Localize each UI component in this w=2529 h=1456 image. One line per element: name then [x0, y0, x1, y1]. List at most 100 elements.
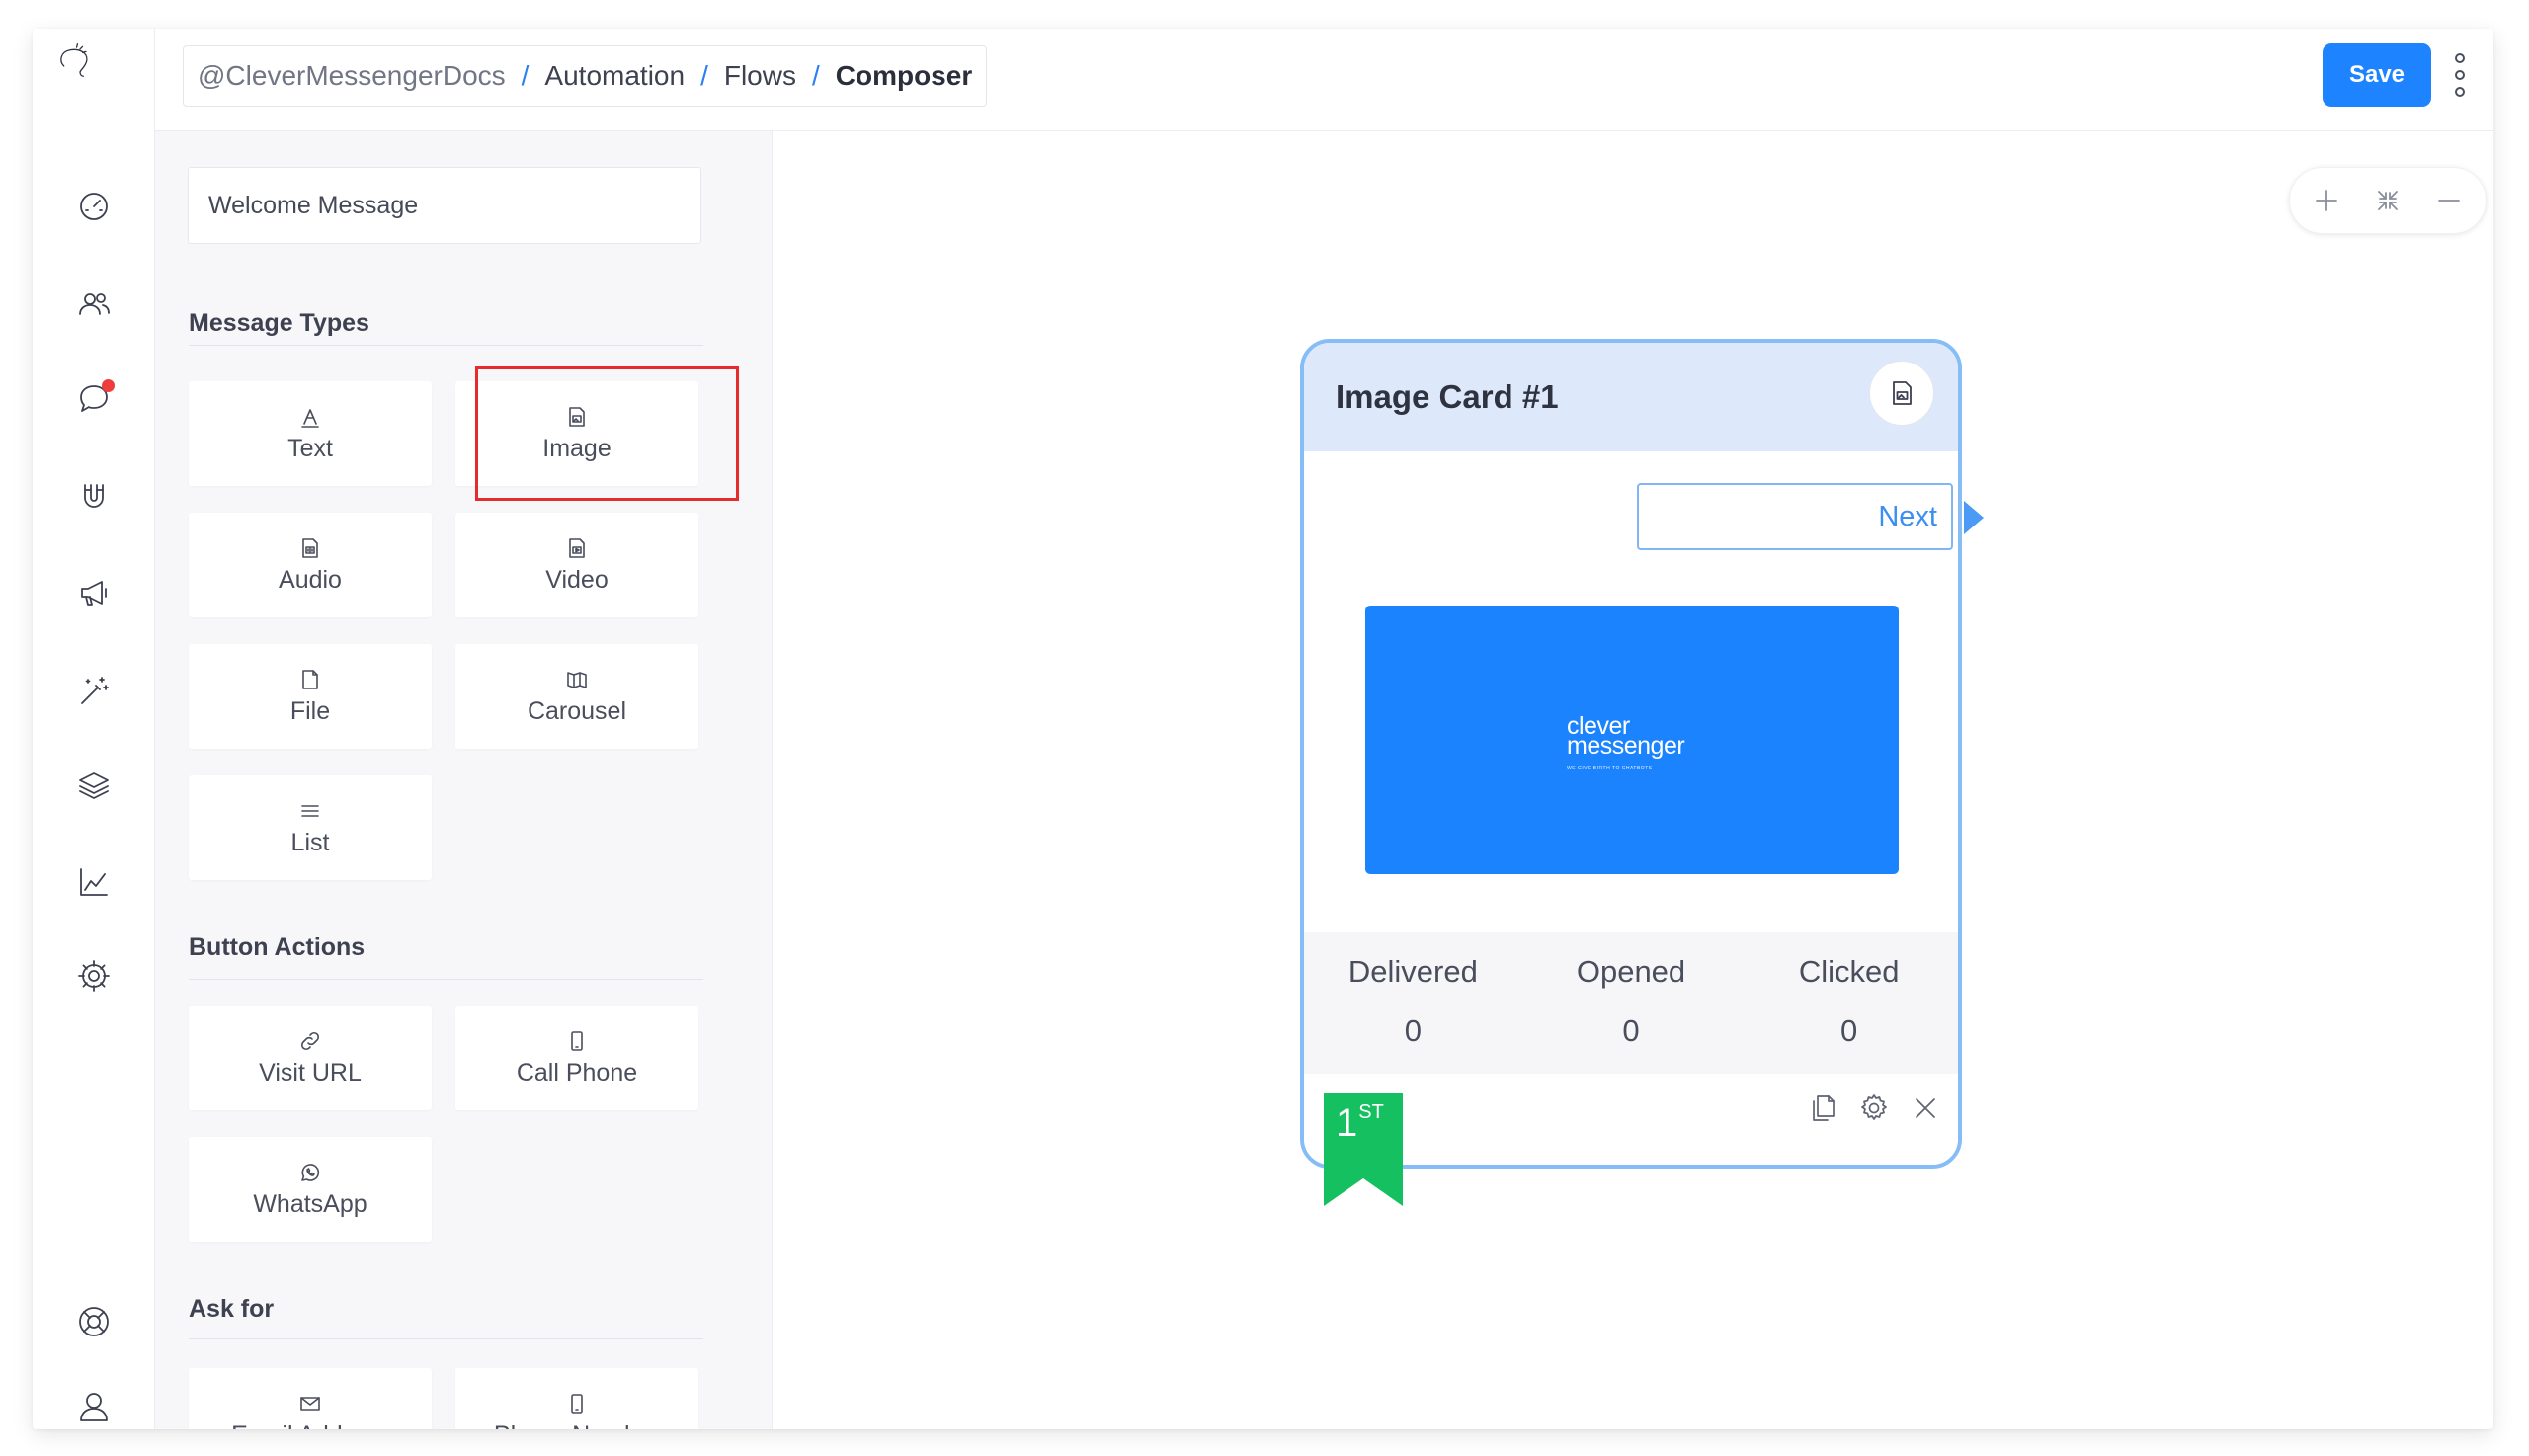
section-title-ask-for: Ask for [189, 1295, 275, 1323]
image-icon [569, 406, 585, 427]
message-types-panel: Message Types Text Image Audio Video Fil… [155, 131, 773, 1429]
stat-value: 0 [1622, 1013, 1640, 1048]
tile-label: Audio [279, 565, 342, 594]
nav-dashboard[interactable] [33, 177, 155, 236]
tile-label: Phone Number [494, 1421, 660, 1430]
tile-label: Email Address [231, 1421, 389, 1430]
logo-tagline: WE GIVE BIRTH TO CHATBOTS [1567, 766, 1653, 771]
duplicate-button[interactable] [1804, 1090, 1841, 1127]
section-divider [189, 979, 703, 980]
tile-label: Image [542, 434, 612, 462]
flow-canvas[interactable]: Image Card #1 clever messenger WE GIVE B… [773, 131, 2493, 1429]
magic-wand-icon [81, 677, 109, 704]
layers-icon [79, 772, 109, 799]
flow-name-input[interactable] [188, 167, 701, 244]
stat-opened: Opened 0 [1522, 932, 1741, 1074]
list-icon [301, 804, 319, 817]
stat-label: Clicked [1798, 954, 1900, 989]
carousel-icon [567, 671, 587, 688]
chart-icon [80, 868, 108, 896]
nav-growth-tools[interactable] [33, 467, 155, 526]
message-type-image[interactable]: Image [455, 381, 698, 486]
ask-for-phone-number[interactable]: Phone Number [455, 1368, 698, 1429]
speedometer-icon [80, 193, 108, 220]
card-stats: Delivered 0 Opened 0 Clicked 0 [1304, 932, 1958, 1074]
section-title-message-types: Message Types [189, 309, 369, 337]
nav-profile[interactable] [33, 1377, 155, 1429]
app-window: @CleverMessengerDocs / Automation / Flow… [33, 29, 2493, 1429]
nav-settings[interactable] [33, 946, 155, 1006]
nav-analytics[interactable] [33, 852, 155, 912]
breadcrumb-composer: Composer [835, 60, 973, 91]
image-card-node[interactable]: Image Card #1 clever messenger WE GIVE B… [1300, 339, 1984, 1206]
help-icon [79, 1307, 109, 1336]
stat-delivered: Delivered 0 [1304, 932, 1522, 1074]
card-title: Image Card #1 [1336, 378, 1559, 415]
whatsapp-icon [301, 1163, 320, 1181]
ribbon-suffix: ST [1358, 1101, 1384, 1123]
phone-icon [571, 1030, 583, 1051]
close-icon [1916, 1098, 1935, 1118]
nav-broadcasts[interactable] [33, 563, 155, 622]
compress-icon [2378, 191, 2398, 210]
logo-line-2: messenger [1567, 732, 1685, 760]
mail-icon [300, 1396, 320, 1411]
copy-icon [1813, 1095, 1835, 1121]
ribbon-number: 1 [1336, 1101, 1358, 1145]
nav-live-chat[interactable] [33, 369, 155, 429]
notification-dot [102, 379, 115, 392]
message-type-file[interactable]: File [189, 644, 432, 749]
profile-icon [80, 1393, 108, 1421]
breadcrumb-workspace[interactable]: @CleverMessengerDocs [198, 60, 506, 92]
breadcrumb-automation[interactable]: Automation [544, 60, 685, 92]
zoom-out-button[interactable] [2427, 179, 2471, 222]
tile-label: Call Phone [516, 1058, 638, 1087]
section-divider [189, 1338, 703, 1339]
text-icon [301, 408, 319, 428]
stat-value: 0 [1840, 1013, 1858, 1048]
next-connector-handle[interactable] [1964, 501, 1984, 534]
fit-view-button[interactable] [2366, 179, 2409, 222]
image-icon [1893, 381, 1912, 405]
tile-label: Video [545, 565, 609, 594]
breadcrumb-separator: / [521, 60, 530, 91]
card-settings-button[interactable] [1855, 1090, 1893, 1127]
message-type-list[interactable]: List [189, 775, 432, 880]
nav-automation[interactable] [33, 662, 155, 721]
nav-help[interactable] [33, 1292, 155, 1351]
ribbon-label: 1ST [1336, 1101, 1384, 1146]
megaphone-icon [81, 581, 107, 606]
delete-card-button[interactable] [1907, 1090, 1944, 1127]
button-action-call-phone[interactable]: Call Phone [455, 1006, 698, 1110]
more-options-icon[interactable] [2452, 52, 2468, 98]
image-preview[interactable]: clever messenger WE GIVE BIRTH TO CHATBO… [1365, 606, 1899, 874]
message-type-audio[interactable]: Audio [189, 513, 432, 617]
video-icon [569, 537, 585, 558]
button-action-visit-url[interactable]: Visit URL [189, 1006, 432, 1110]
users-icon [79, 293, 110, 315]
message-type-carousel[interactable]: Carousel [455, 644, 698, 749]
nav-subscribers[interactable] [33, 275, 155, 334]
app-logo[interactable] [56, 42, 131, 125]
settings-icon [78, 960, 110, 992]
button-action-whatsapp[interactable]: WhatsApp [189, 1137, 432, 1242]
card-header: Image Card #1 [1304, 343, 1958, 451]
plus-icon [2316, 190, 2337, 211]
breadcrumb: @CleverMessengerDocs / Automation / Flow… [183, 45, 988, 107]
message-type-text[interactable]: Text [189, 381, 432, 486]
minus-icon [2438, 200, 2460, 202]
message-type-video[interactable]: Video [455, 513, 698, 617]
stat-clicked: Clicked 0 [1740, 932, 1958, 1074]
card-type-badge [1869, 361, 1934, 426]
gear-icon [1861, 1094, 1887, 1120]
ask-for-email-address[interactable]: Email Address [189, 1368, 432, 1429]
next-button[interactable]: Next [1637, 483, 1953, 550]
breadcrumb-flows[interactable]: Flows [724, 60, 796, 92]
zoom-in-button[interactable] [2305, 179, 2348, 222]
top-bar: @CleverMessengerDocs / Automation / Flow… [155, 29, 2493, 131]
save-button[interactable]: Save [2323, 43, 2431, 107]
card-actions [1804, 1090, 1944, 1127]
link-icon [300, 1031, 320, 1050]
tile-label: List [290, 828, 330, 856]
nav-templates[interactable] [33, 756, 155, 815]
